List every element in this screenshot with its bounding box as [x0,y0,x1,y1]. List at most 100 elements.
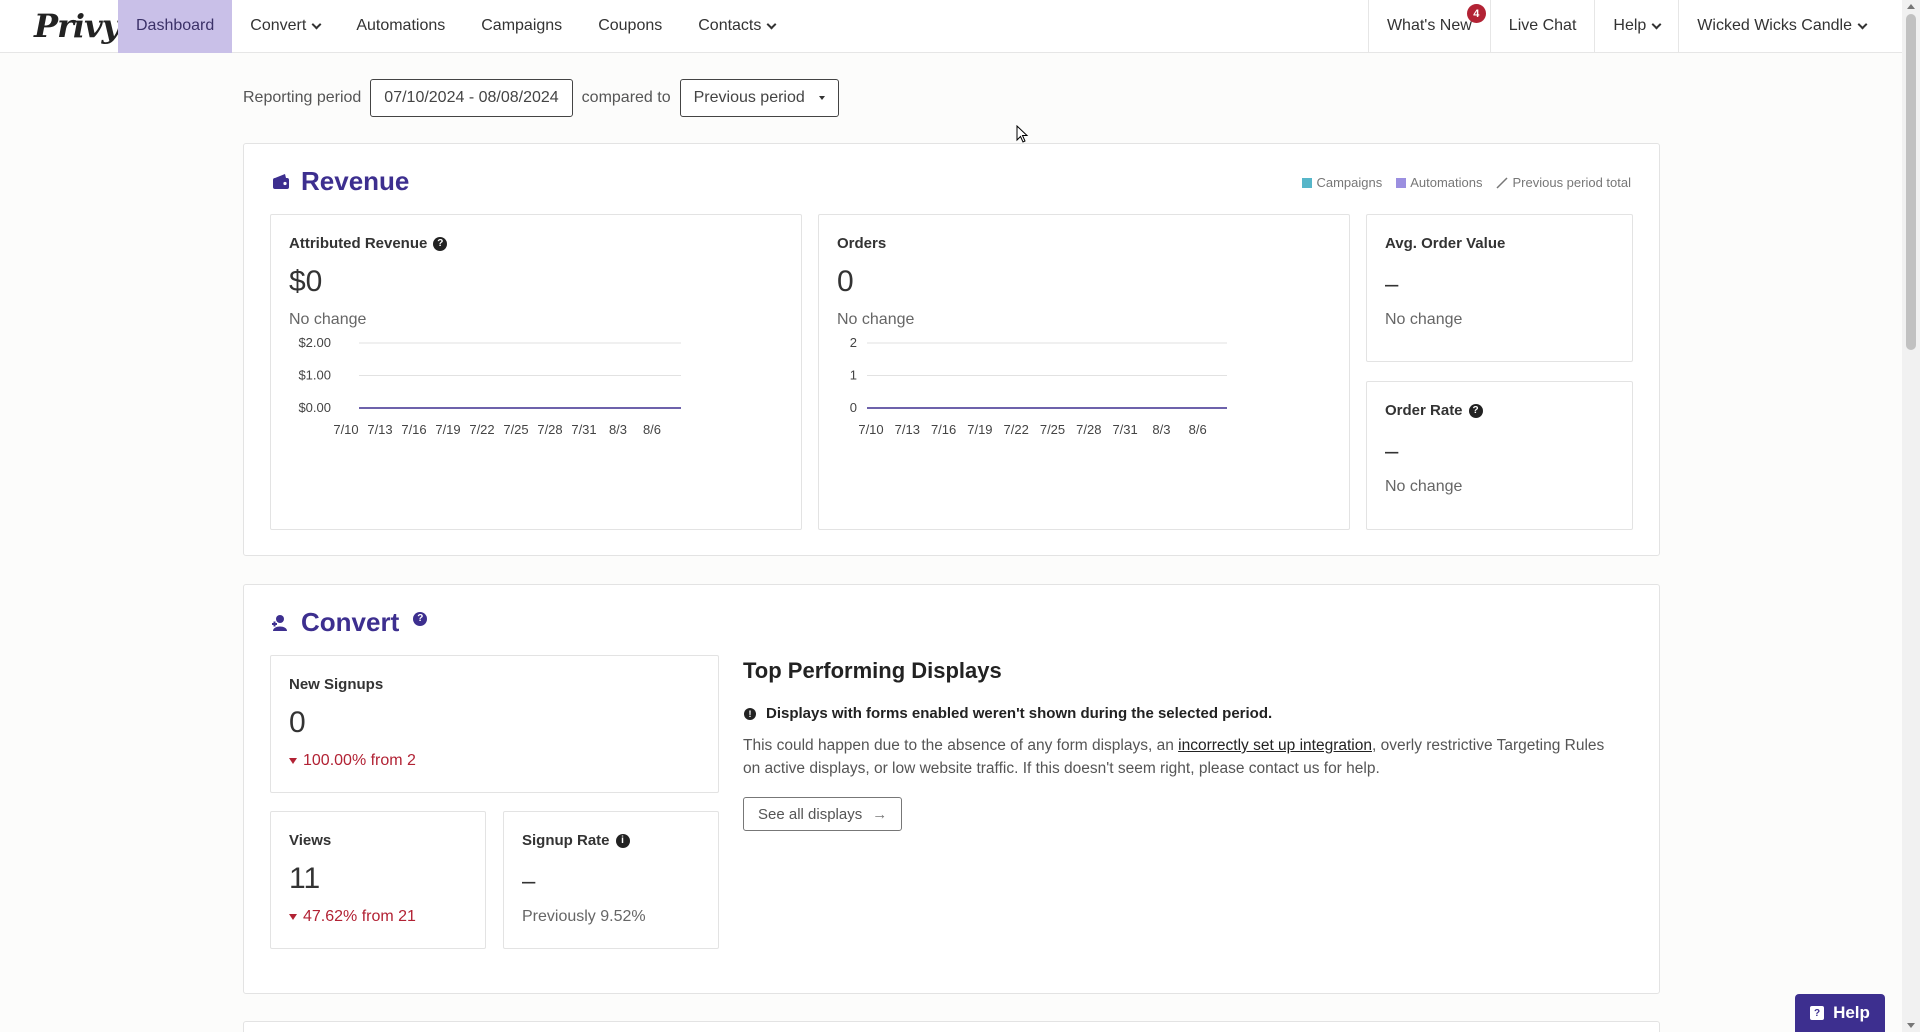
top-displays-description: This could happen due to the absence of … [743,734,1623,780]
nav-convert[interactable]: Convert [232,0,338,53]
compared-label: compared to [581,89,671,106]
y-tick-label: 1 [850,368,857,383]
aov-label: Avg. Order Value [1385,235,1506,252]
automations-swatch [1396,177,1407,188]
orders-card: Orders 0 No change 0 1 2 7/10 7/13 7/16 7/19 7/… [818,214,1350,530]
nav-coupons[interactable]: Coupons [580,0,680,53]
x-tick-label: 7/16 [931,422,956,437]
x-tick-label: 7/25 [503,422,528,437]
campaigns-swatch [1302,177,1313,188]
reporting-label: Reporting period [243,89,362,106]
attributed-revenue-chart: $0.00 $1.00 $2.00 7/10 7/13 7/16 7/19 7/22 7/25 7… [298,335,681,437]
info-icon: ! [744,707,756,720]
x-tick-label: 7/19 [967,422,992,437]
nav-contacts-label: Contacts [698,17,762,34]
x-tick-label: 7/22 [469,422,494,437]
down-arrow-icon [289,757,297,764]
compare-select[interactable]: Previous period [679,79,839,117]
nav-dashboard-label: Dashboard [136,17,215,34]
nav-automations[interactable]: Automations [338,0,463,53]
live-chat-label: Live Chat [1508,17,1577,34]
integration-link[interactable]: incorrectly set up integration [1178,737,1372,754]
chevron-down-icon [311,19,322,29]
x-tick-label: 7/28 [1076,422,1101,437]
nav-account[interactable]: Wicked Wicks Candle [1678,0,1902,53]
nav-campaigns[interactable]: Campaigns [463,0,580,53]
nav-contacts[interactable]: Contacts [680,0,793,53]
legend-automations: Automations [1396,175,1482,190]
new-signups-value: 0 [289,706,306,739]
x-tick-label: 7/10 [858,422,883,437]
legend-previous: Previous period total [1496,175,1631,190]
legend-automations-label: Automations [1410,175,1483,190]
scroll-thumb[interactable] [1906,14,1916,350]
scroll-up-arrow-icon[interactable] [1907,4,1915,9]
revenue-legend: Campaigns Automations Previous period to… [1302,175,1631,190]
nav-live-chat[interactable]: Live Chat [1489,0,1595,53]
y-tick-label: $1.00 [298,368,331,383]
info-icon[interactable]: i [615,833,630,848]
views-change: 47.62% from 21 [289,908,416,926]
revenue-title: Revenue [271,166,409,197]
y-tick-label: 0 [850,400,857,415]
help-button-label: Help [1833,1003,1870,1022]
nav-campaigns-label: Campaigns [481,17,563,34]
order-rate-value: – [1385,438,1399,465]
signup-rate-change: Previously 9.52% [522,908,646,925]
help-label: Help [1613,17,1647,34]
nav-dashboard[interactable]: Dashboard [118,0,233,53]
page-scrollbar[interactable] [1902,0,1920,1032]
nav-coupons-label: Coupons [598,17,663,34]
x-tick-label: 8/3 [1152,422,1170,437]
x-tick-label: 7/28 [537,422,562,437]
x-tick-label: 7/31 [571,422,596,437]
next-panel [243,1021,1660,1032]
x-tick-label: 7/13 [895,422,920,437]
notification-badge: 4 [1466,4,1486,23]
para-before: This could happen due to the absence of … [743,737,1179,754]
scroll-down-arrow-icon[interactable] [1907,1023,1915,1028]
orders-chart: 0 1 2 7/10 7/13 7/16 7/19 7/22 7/25 7/28 7/31 8/3 8/… [850,335,1227,437]
nav-whats-new[interactable]: What's New 4 [1367,0,1490,53]
arrow-right-icon: → [872,805,888,823]
top-displays-info: ! Displays with forms enabled weren't sho… [744,705,1272,722]
y-tick-label: $0.00 [298,400,331,415]
convert-title: Convert ? [271,607,428,638]
legend-campaigns: Campaigns [1302,175,1382,190]
aov-change: No change [1385,311,1463,328]
convert-title-text: Convert [301,607,400,637]
caret-down-icon [818,96,825,100]
signup-rate-label-text: Signup Rate [522,832,610,849]
trend-line-icon [1496,176,1509,189]
aov-card: Avg. Order Value – No change [1366,214,1633,362]
y-tick-label: $2.00 [298,335,331,350]
privy-logo[interactable]: Privy [0,0,120,53]
reporting-bar: Reporting period 07/10/2024 - 08/08/2024… [243,79,848,117]
help-question-icon[interactable]: ? [413,611,428,626]
y-tick-label: 2 [850,335,857,350]
help-button[interactable]: ? Help [1795,994,1885,1032]
x-tick-label: 7/22 [1004,422,1029,437]
revenue-title-text: Revenue [301,166,410,196]
new-signups-label: New Signups [289,676,384,693]
date-range-input[interactable]: 07/10/2024 - 08/08/2024 [370,79,573,117]
help-question-icon: ? [1810,1006,1825,1020]
nav-help[interactable]: Help [1594,0,1678,53]
attributed-revenue-card: Attributed Revenue? $0 No change $0.00 $1… [270,214,802,530]
x-tick-label: 7/25 [1040,422,1065,437]
compare-select-value: Previous period [693,89,805,106]
see-all-displays-button[interactable]: See all displays → [743,797,903,831]
date-range-value: 07/10/2024 - 08/08/2024 [384,89,559,106]
chevron-down-icon [1651,19,1662,29]
nav-right: What's New 4 Live Chat Help Wicked Wicks … [1367,0,1902,53]
top-displays-info-text: Displays with forms enabled weren't show… [766,705,1273,722]
new-signups-change: 100.00% from 2 [289,752,416,770]
x-tick-label: 8/3 [609,422,627,437]
whats-new-label: What's New [1386,17,1472,34]
help-question-icon[interactable]: ? [1468,403,1483,418]
order-rate-card: Order Rate? – No change [1366,381,1633,530]
down-arrow-icon [289,913,297,920]
legend-previous-label: Previous period total [1512,175,1631,190]
see-all-displays-label: See all displays [758,805,863,823]
x-tick-label: 7/13 [367,422,392,437]
